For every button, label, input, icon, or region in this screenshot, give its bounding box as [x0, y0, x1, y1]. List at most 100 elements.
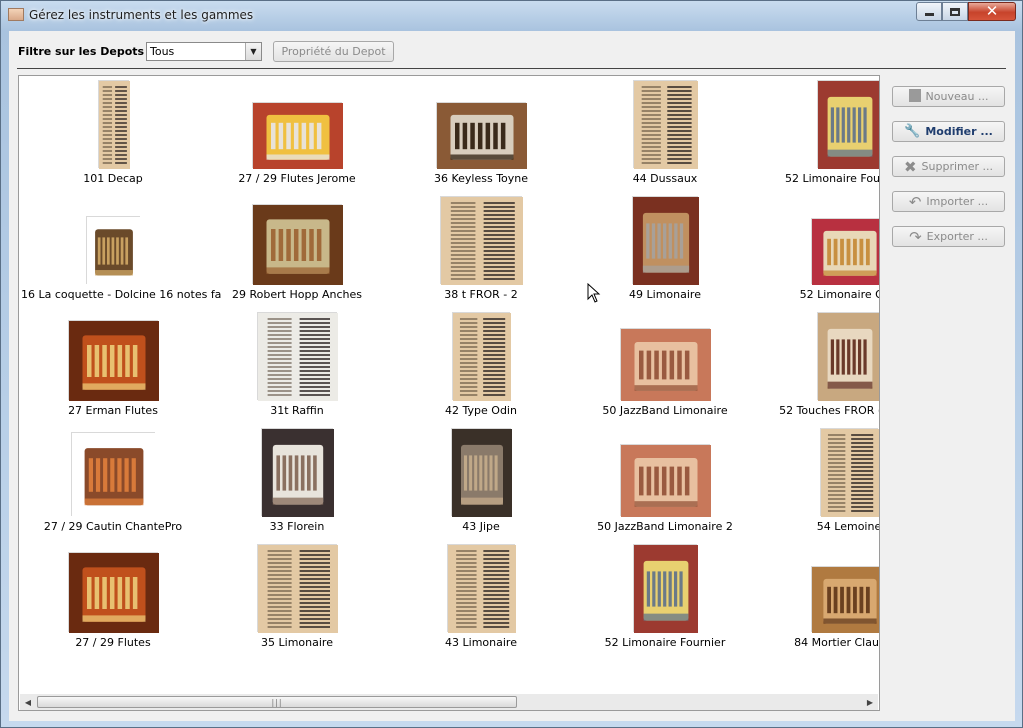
instrument-thumbnail — [633, 80, 698, 169]
instrument-label: 101 Decap — [83, 172, 143, 185]
instrument-label: 16 La coquette - Dolcine 16 notes fa — [21, 288, 222, 301]
instrument-item[interactable]: 16 La coquette - Dolcine 16 notes fa — [21, 192, 222, 308]
instrument-thumbnail — [811, 218, 879, 285]
instrument-label: 27 / 29 Flutes Jerome — [238, 172, 356, 185]
instrument-thumbnail — [817, 312, 879, 401]
instrument-label: 50 JazzBand Limonaire 2 — [597, 520, 733, 533]
scroll-thumb[interactable]: ||| — [37, 696, 517, 708]
instrument-item[interactable]: 84 Mortier Claude C — [757, 540, 879, 656]
main-window: Gérez les instruments et les gammes ✕ Fi… — [0, 0, 1023, 728]
instrument-item[interactable]: 50 JazzBand Limonaire — [573, 308, 757, 424]
instrument-label: 33 Florein — [269, 520, 325, 533]
separator — [17, 68, 1006, 69]
instrument-item[interactable]: 27 Erman Flutes — [21, 308, 205, 424]
instrument-label: 50 JazzBand Limonaire — [602, 404, 728, 417]
close-icon: ✕ — [985, 2, 999, 20]
depot-filter-select[interactable]: Tous ▼ — [146, 42, 262, 61]
instrument-thumbnail — [632, 196, 699, 285]
instrument-item[interactable]: 36 Keyless Toyne — [389, 76, 573, 192]
instrument-item[interactable]: 42 Type Odin — [389, 308, 573, 424]
instrument-thumbnail — [451, 428, 512, 517]
chevron-down-icon[interactable]: ▼ — [245, 43, 261, 60]
instrument-thumbnail — [447, 544, 516, 633]
instrument-thumbnail — [98, 80, 130, 169]
button-label: Modifier ... — [925, 125, 993, 138]
instrument-label: 36 Keyless Toyne — [433, 172, 529, 185]
supprimer-button[interactable]: ✖ Supprimer ... — [892, 156, 1005, 177]
mouse-cursor-icon — [587, 283, 601, 303]
filter-label: Filtre sur les Depots : — [18, 45, 153, 58]
instrument-thumbnail — [252, 102, 343, 169]
wrench-icon: 🔧 — [904, 124, 921, 139]
instrument-thumbnail — [257, 312, 338, 401]
export-arrow-icon: ↷ — [909, 227, 922, 246]
instrument-thumbnail — [440, 196, 523, 285]
instrument-grid[interactable]: ◀ ||| ▶ 101 Decap 27 / 29 Flutes Jerome 36… — [18, 75, 880, 711]
instrument-label: 35 Limonaire — [261, 636, 333, 649]
instrument-item[interactable]: 52 Limonaire Fournier f — [757, 76, 879, 192]
instrument-thumbnail — [817, 80, 879, 169]
instrument-thumbnail — [620, 444, 711, 517]
instrument-item[interactable]: 35 Limonaire — [205, 540, 389, 656]
instrument-thumbnail — [620, 328, 711, 401]
close-button[interactable]: ✕ — [968, 2, 1016, 21]
minimize-icon — [924, 13, 934, 16]
instrument-thumbnail — [257, 544, 338, 633]
instrument-item[interactable]: 27 / 29 Flutes Jerome — [205, 76, 389, 192]
document-icon — [908, 88, 921, 105]
instrument-label: 31t Raffin — [270, 404, 324, 417]
title-bar[interactable]: Gérez les instruments et les gammes ✕ — [1, 1, 1022, 31]
instrument-label: 84 Mortier Claude C — [794, 636, 879, 649]
instrument-thumbnail — [436, 102, 527, 169]
instrument-item[interactable]: 52 Limonaire Fournier — [573, 540, 757, 656]
delete-x-icon: ✖ — [903, 157, 917, 176]
app-icon — [8, 8, 24, 21]
instrument-thumbnail — [71, 432, 156, 517]
instrument-item[interactable]: 52 Limonaire Orig — [757, 192, 879, 308]
instrument-label: 29 Robert Hopp Anches — [232, 288, 362, 301]
instrument-item[interactable]: 31t Raffin — [205, 308, 389, 424]
importer-button[interactable]: ↶ Importer ... — [892, 191, 1005, 212]
horizontal-scrollbar[interactable]: ◀ ||| ▶ — [20, 694, 878, 710]
instrument-item[interactable]: 44 Dussaux — [573, 76, 757, 192]
instrument-thumbnail — [86, 216, 141, 285]
instrument-item[interactable]: 54 Lemoine — [757, 424, 879, 540]
exporter-button[interactable]: ↷ Exporter ... — [892, 226, 1005, 247]
instrument-item[interactable]: 43 Jipe — [389, 424, 573, 540]
instrument-label: 52 Touches FROR (Gamm — [779, 404, 879, 417]
modifier-button[interactable]: 🔧 Modifier ... — [892, 121, 1005, 142]
instrument-item[interactable]: 29 Robert Hopp Anches — [205, 192, 389, 308]
instrument-item[interactable]: 27 / 29 Flutes — [21, 540, 205, 656]
instrument-thumbnail — [252, 204, 343, 285]
instrument-thumbnail — [820, 428, 879, 517]
depot-filter-value: Tous — [150, 45, 175, 58]
scroll-left-icon[interactable]: ◀ — [20, 694, 36, 710]
instrument-item[interactable]: 38 t FROR - 2 — [389, 192, 573, 308]
button-label: Importer ... — [926, 195, 989, 208]
instrument-thumbnail — [452, 312, 511, 401]
instrument-label: 43 Jipe — [462, 520, 500, 533]
maximize-icon — [950, 7, 960, 16]
instrument-item[interactable]: 27 / 29 Cautin ChantePro — [21, 424, 205, 540]
dialog-client: Filtre sur les Depots : Tous ▼ Propriété… — [9, 31, 1015, 721]
instrument-item[interactable]: 43 Limonaire — [389, 540, 573, 656]
instrument-item[interactable]: 52 Touches FROR (Gamm — [757, 308, 879, 424]
button-label: Supprimer ... — [921, 160, 994, 173]
instrument-label: 27 Erman Flutes — [68, 404, 158, 417]
instrument-item[interactable]: 50 JazzBand Limonaire 2 — [573, 424, 757, 540]
import-arrow-icon: ↶ — [908, 192, 922, 211]
instrument-label: 43 Limonaire — [445, 636, 517, 649]
instrument-item[interactable]: 101 Decap — [21, 76, 205, 192]
instrument-label: 44 Dussaux — [632, 172, 698, 185]
instrument-label: 42 Type Odin — [445, 404, 517, 417]
instrument-label: 27 / 29 Flutes — [75, 636, 151, 649]
window-title: Gérez les instruments et les gammes — [29, 8, 254, 22]
nouveau-button[interactable]: Nouveau ... — [892, 86, 1005, 107]
depot-properties-button[interactable]: Propriété du Depot — [273, 41, 394, 62]
maximize-button[interactable] — [942, 2, 968, 21]
instrument-thumbnail — [68, 552, 159, 633]
instrument-item[interactable]: 33 Florein — [205, 424, 389, 540]
minimize-button[interactable] — [916, 2, 942, 21]
instrument-label: 52 Limonaire Fournier — [604, 636, 726, 649]
scroll-right-icon[interactable]: ▶ — [862, 694, 878, 710]
